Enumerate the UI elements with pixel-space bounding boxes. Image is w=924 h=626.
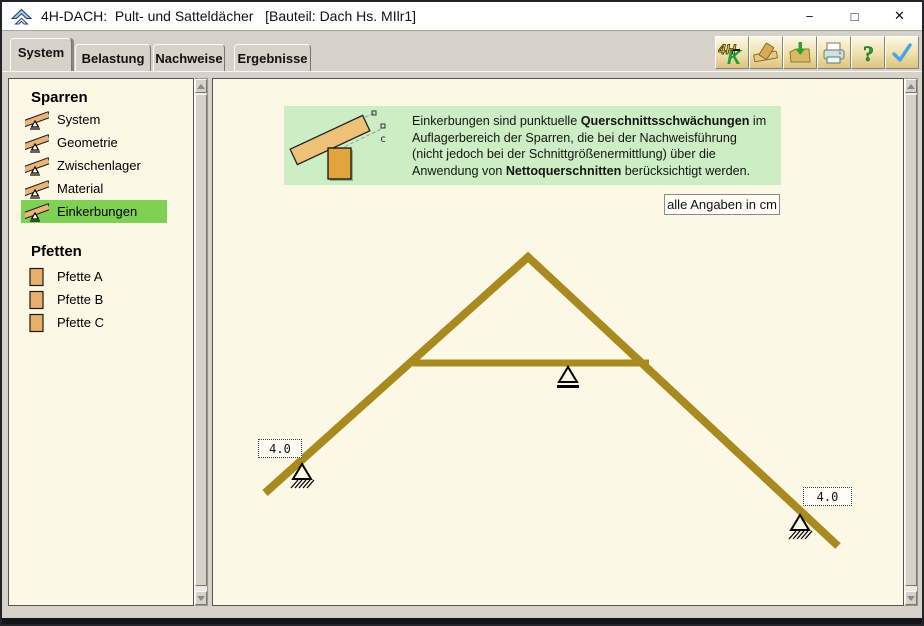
purlin-icon (25, 267, 49, 287)
check-icon (889, 41, 915, 65)
sidebar-item-material[interactable]: Material (21, 177, 167, 200)
app-roof-icon (11, 7, 32, 26)
sidebar-item-einkerbungen[interactable]: Einkerbungen (21, 200, 167, 223)
sidebar-scrollbar[interactable] (194, 78, 208, 606)
tab-system[interactable]: System (10, 38, 72, 71)
logo-4h-button[interactable]: K 4H (715, 36, 749, 69)
rafter-support-icon (25, 179, 49, 199)
tab-ergebnisse[interactable]: Ergebnisse (234, 44, 311, 71)
rafter-support-icon (25, 110, 49, 130)
sidebar-item-label: Zwischenlager (57, 158, 141, 173)
maximize-button[interactable]: □ (832, 2, 877, 30)
purlin-icon (25, 313, 49, 333)
sidebar-item-label: Pfette B (57, 292, 103, 307)
purlin-icon (25, 290, 49, 310)
sidebar-item-label: Pfette C (57, 315, 104, 330)
tab-nachweise[interactable]: Nachweise (153, 44, 225, 71)
sidebar-item-label: Material (57, 181, 103, 196)
printer-icon (821, 41, 847, 65)
pfetten-list: Pfette A Pfette B Pfette C (9, 265, 167, 334)
app-window: 4H-DACH: Pult- und Satteldächer [Bauteil… (0, 0, 924, 626)
arrow-up-icon (197, 84, 205, 89)
tab-belastung[interactable]: Belastung (75, 44, 151, 71)
scrollbar-thumb[interactable] (905, 94, 917, 586)
rafters-line (265, 257, 838, 546)
scroll-down-button[interactable] (905, 591, 917, 605)
confirm-button[interactable] (885, 36, 919, 69)
dimension-label-left[interactable]: 4.0 (258, 439, 302, 458)
sidebar-heading-pfetten: Pfetten (31, 243, 82, 260)
import-button[interactable] (783, 36, 817, 69)
print-button[interactable] (817, 36, 851, 69)
sidebar-item-label: Pfette A (57, 269, 103, 284)
scroll-up-button[interactable] (195, 79, 207, 93)
sidebar-heading-sparren: Sparren (31, 89, 88, 106)
panel-top-bevel (2, 71, 922, 72)
toolbar: K 4H (715, 36, 919, 69)
title-bar: 4H-DACH: Pult- und Satteldächer [Bauteil… (2, 2, 922, 31)
scroll-up-button[interactable] (905, 79, 917, 93)
sidebar-item-zwischenlager[interactable]: Zwischenlager (21, 154, 167, 177)
window-title: 4H-DACH: Pult- und Satteldächer [Bauteil… (41, 8, 416, 24)
canvas-scrollbar[interactable] (904, 78, 918, 606)
logo-4h-icon: K 4H (718, 40, 746, 66)
sidebar-item-pfette-c[interactable]: Pfette C (21, 311, 167, 334)
sidebar-item-geometrie[interactable]: Geometrie (21, 131, 167, 154)
svg-text:?: ? (863, 41, 874, 66)
rafter-support-icon (25, 133, 49, 153)
sidebar-item-pfette-a[interactable]: Pfette A (21, 265, 167, 288)
wood-beams-button[interactable] (749, 36, 783, 69)
help-button[interactable]: ? (851, 36, 885, 69)
main-canvas: c Einkerbungen sind punktuelle Querschni… (212, 78, 904, 606)
sidebar: Sparren System Geometrie Zwischenlager (8, 78, 194, 606)
arrow-down-icon (907, 596, 915, 601)
sidebar-item-label: System (57, 112, 100, 127)
sidebar-item-label: Einkerbungen (57, 204, 137, 219)
rafter-support-icon (25, 202, 49, 222)
rafter-support-icon (25, 156, 49, 176)
wood-beams-icon (753, 41, 779, 65)
sidebar-item-pfette-b[interactable]: Pfette B (21, 288, 167, 311)
truss-drawing (213, 79, 904, 606)
scroll-down-button[interactable] (195, 591, 207, 605)
arrow-up-icon (907, 84, 915, 89)
sidebar-item-system[interactable]: System (21, 108, 167, 131)
arrow-down-icon (197, 596, 205, 601)
dimension-label-right[interactable]: 4.0 (803, 487, 852, 506)
close-button[interactable]: ✕ (877, 2, 922, 30)
sparren-list: System Geometrie Zwischenlager Material (9, 108, 167, 223)
tab-strip: System Belastung Nachweise Ergebnisse K … (2, 31, 922, 71)
bottom-strip (2, 618, 922, 624)
help-icon: ? (855, 40, 881, 66)
minimize-button[interactable]: − (787, 2, 832, 30)
scrollbar-thumb[interactable] (195, 94, 207, 586)
support-roller-middle (557, 367, 579, 388)
sidebar-item-label: Geometrie (57, 135, 118, 150)
open-folder-icon (787, 41, 813, 65)
